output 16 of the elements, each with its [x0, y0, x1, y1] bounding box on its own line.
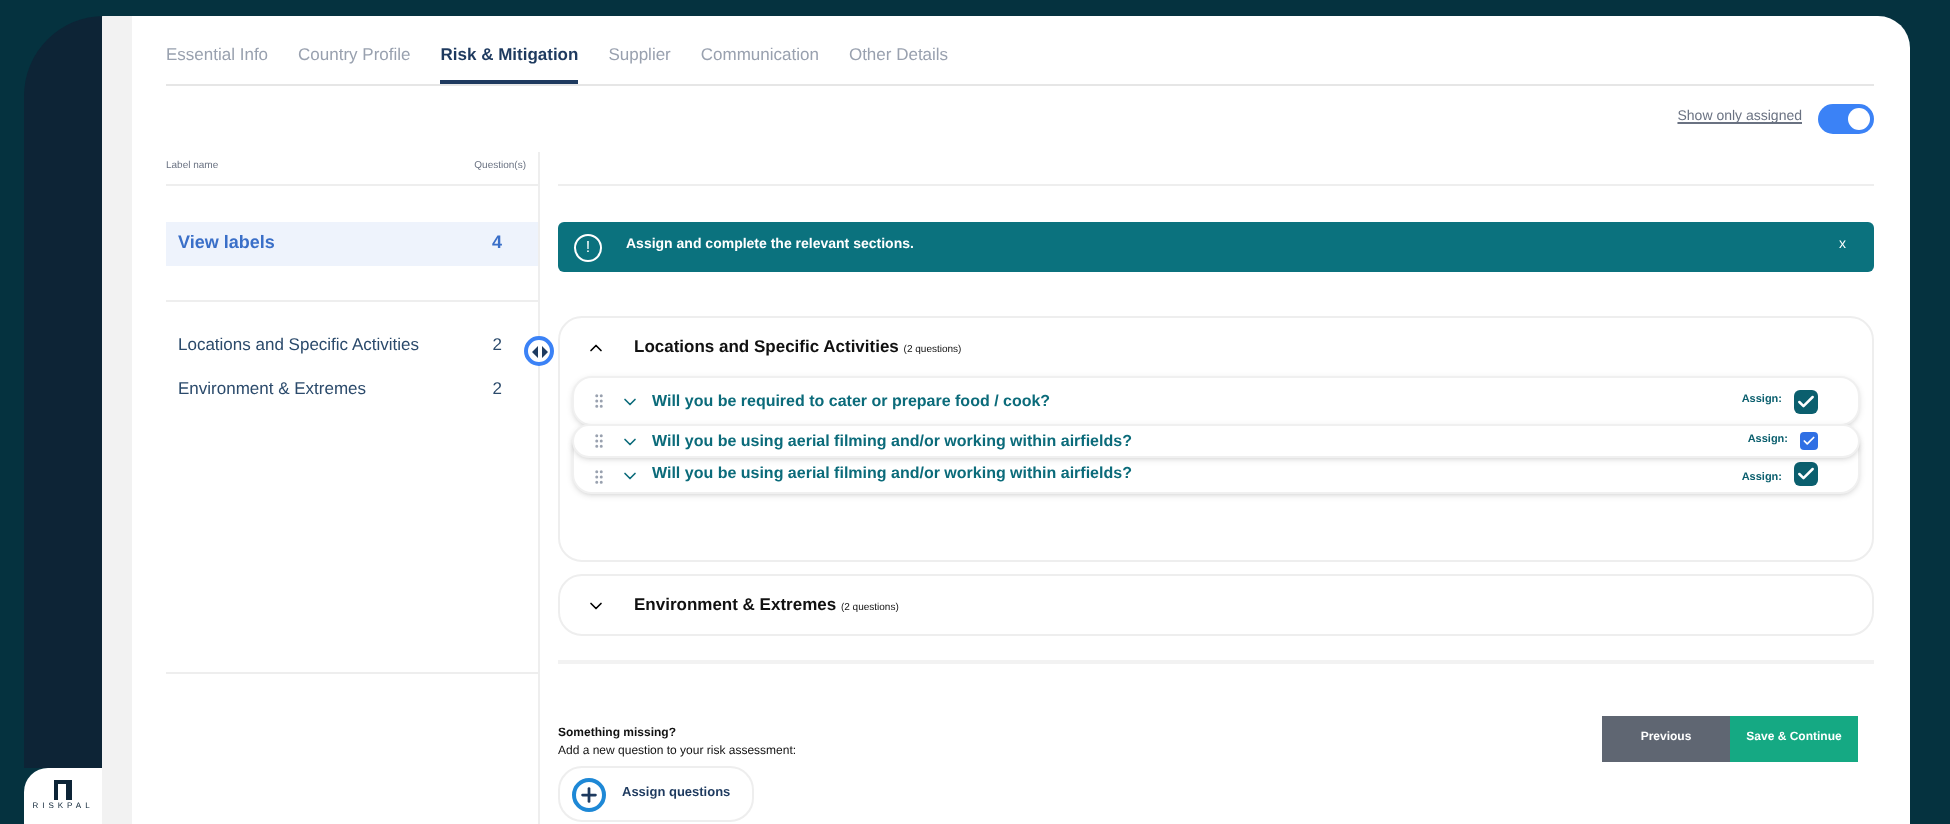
question-text: Will you be using aerial filming and/or working within airfields? [652, 462, 1132, 486]
question-text: Will you be using aerial filming and/or working within airfields? [652, 429, 1132, 453]
plus-icon [572, 777, 606, 811]
question-text: Will you be required to cater or prepare food / cook? [652, 389, 1051, 413]
assign-checkbox[interactable] [1794, 462, 1818, 486]
label-item[interactable]: Locations and Specific Activities 2 [166, 326, 520, 362]
label-item[interactable]: Environment & Extremes 2 [166, 370, 520, 406]
resize-handle-icon[interactable] [524, 336, 554, 366]
toggle-switch[interactable] [1818, 104, 1874, 134]
drag-handle-icon[interactable] [590, 392, 608, 410]
logo-mark-icon [54, 780, 72, 800]
tab[interactable]: Risk & Mitigation [440, 42, 579, 84]
view-labels-row[interactable]: View labels 4 [166, 222, 538, 266]
alert-icon: ! [574, 233, 602, 261]
assign-checkbox[interactable] [1800, 432, 1818, 450]
assign-checkbox[interactable] [1794, 389, 1818, 413]
